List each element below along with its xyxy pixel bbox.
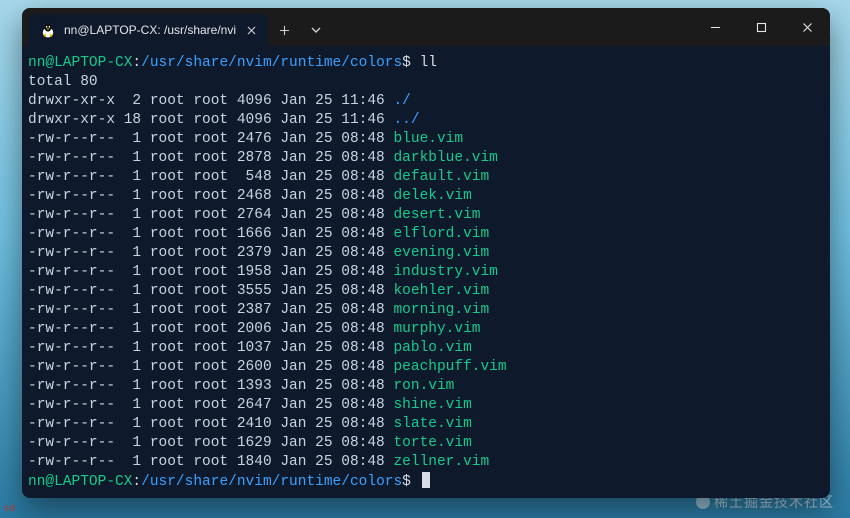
dir-name: ../: [393, 112, 419, 128]
file-name: slate.vim: [393, 416, 471, 432]
file-name: elflord.vim: [393, 226, 489, 242]
listing-row: -rw-r--r-- 1 root root 2878 Jan 25 08:48…: [28, 149, 824, 168]
maximize-button[interactable]: [738, 8, 784, 46]
listing-row: drwxr-xr-x 2 root root 4096 Jan 25 11:46…: [28, 92, 824, 111]
listing-row: -rw-r--r-- 1 root root 1666 Jan 25 08:48…: [28, 225, 824, 244]
titlebar: nn@LAPTOP-CX: /usr/share/nvi: [22, 8, 830, 46]
file-name: darkblue.vim: [393, 150, 497, 166]
file-name: murphy.vim: [393, 321, 480, 337]
cursor: [422, 472, 430, 488]
file-name: zellner.vim: [393, 454, 489, 470]
file-name: default.vim: [393, 169, 489, 185]
titlebar-spacer: [332, 8, 692, 46]
listing-meta: -rw-r--r-- 1 root root 3555 Jan 25 08:48: [28, 283, 393, 299]
listing-row: drwxr-xr-x 18 root root 4096 Jan 25 11:4…: [28, 111, 824, 130]
prompt-symbol: $: [402, 55, 419, 71]
file-name: pablo.vim: [393, 340, 471, 356]
listing-meta: -rw-r--r-- 1 root root 1840 Jan 25 08:48: [28, 454, 393, 470]
total-line: total 80: [28, 73, 824, 92]
minimize-button[interactable]: [692, 8, 738, 46]
desktop-tag: sd: [4, 503, 16, 514]
tab-close-icon[interactable]: [244, 23, 258, 37]
prompt-user: nn@LAPTOP-CX: [28, 474, 132, 490]
listing-row: -rw-r--r-- 1 root root 2647 Jan 25 08:48…: [28, 396, 824, 415]
listing-meta: -rw-r--r-- 1 root root 2468 Jan 25 08:48: [28, 188, 393, 204]
prompt-user: nn@LAPTOP-CX: [28, 55, 132, 71]
listing-row: -rw-r--r-- 1 root root 2379 Jan 25 08:48…: [28, 244, 824, 263]
file-name: industry.vim: [393, 264, 497, 280]
prompt-path: /usr/share/nvim/runtime/colors: [141, 55, 402, 71]
file-name: torte.vim: [393, 435, 471, 451]
listing-meta: -rw-r--r-- 1 root root 2410 Jan 25 08:48: [28, 416, 393, 432]
listing-row: -rw-r--r-- 1 root root 1958 Jan 25 08:48…: [28, 263, 824, 282]
listing-row: -rw-r--r-- 1 root root 1037 Jan 25 08:48…: [28, 339, 824, 358]
listing-meta: -rw-r--r-- 1 root root 1037 Jan 25 08:48: [28, 340, 393, 356]
listing-meta: -rw-r--r-- 1 root root 2878 Jan 25 08:48: [28, 150, 393, 166]
tux-icon: [40, 22, 56, 38]
tab-active[interactable]: nn@LAPTOP-CX: /usr/share/nvi: [28, 14, 268, 46]
prompt-symbol: $: [402, 474, 419, 490]
typed-command: ll: [420, 55, 437, 71]
file-name: peachpuff.vim: [393, 359, 506, 375]
tab-title: nn@LAPTOP-CX: /usr/share/nvi: [64, 23, 236, 37]
terminal-window: nn@LAPTOP-CX: /usr/share/nvi nn@LAPTOP-C…: [22, 8, 830, 498]
listing-meta: drwxr-xr-x 18 root root 4096 Jan 25 11:4…: [28, 112, 393, 128]
dir-name: ./: [393, 93, 410, 109]
listing-row: -rw-r--r-- 1 root root 3555 Jan 25 08:48…: [28, 282, 824, 301]
listing-meta: -rw-r--r-- 1 root root 1666 Jan 25 08:48: [28, 226, 393, 242]
listing-meta: -rw-r--r-- 1 root root 1629 Jan 25 08:48: [28, 435, 393, 451]
listing-row: -rw-r--r-- 1 root root 2764 Jan 25 08:48…: [28, 206, 824, 225]
listing-row: -rw-r--r-- 1 root root 2600 Jan 25 08:48…: [28, 358, 824, 377]
close-button[interactable]: [784, 8, 830, 46]
listing-row: -rw-r--r-- 1 root root 1629 Jan 25 08:48…: [28, 434, 824, 453]
listing-meta: -rw-r--r-- 1 root root 2600 Jan 25 08:48: [28, 359, 393, 375]
listing-row: -rw-r--r-- 1 root root 1840 Jan 25 08:48…: [28, 453, 824, 472]
listing-row: -rw-r--r-- 1 root root 2468 Jan 25 08:48…: [28, 187, 824, 206]
listing-row: -rw-r--r-- 1 root root 548 Jan 25 08:48 …: [28, 168, 824, 187]
prompt-line: nn@LAPTOP-CX:/usr/share/nvim/runtime/col…: [28, 472, 824, 492]
listing-row: -rw-r--r-- 1 root root 2410 Jan 25 08:48…: [28, 415, 824, 434]
new-tab-button[interactable]: [268, 14, 300, 46]
file-name: ron.vim: [393, 378, 454, 394]
listing-meta: -rw-r--r-- 1 root root 2476 Jan 25 08:48: [28, 131, 393, 147]
file-name: blue.vim: [393, 131, 463, 147]
listing-meta: -rw-r--r-- 1 root root 1958 Jan 25 08:48: [28, 264, 393, 280]
prompt-line: nn@LAPTOP-CX:/usr/share/nvim/runtime/col…: [28, 54, 824, 73]
listing-row: -rw-r--r-- 1 root root 2006 Jan 25 08:48…: [28, 320, 824, 339]
listing-row: -rw-r--r-- 1 root root 2476 Jan 25 08:48…: [28, 130, 824, 149]
listing-meta: -rw-r--r-- 1 root root 2387 Jan 25 08:48: [28, 302, 393, 318]
listing-meta: drwxr-xr-x 2 root root 4096 Jan 25 11:46: [28, 93, 393, 109]
terminal-output[interactable]: nn@LAPTOP-CX:/usr/share/nvim/runtime/col…: [22, 46, 830, 498]
listing-meta: -rw-r--r-- 1 root root 2006 Jan 25 08:48: [28, 321, 393, 337]
file-name: morning.vim: [393, 302, 489, 318]
file-name: desert.vim: [393, 207, 480, 223]
file-name: delek.vim: [393, 188, 471, 204]
listing-meta: -rw-r--r-- 1 root root 548 Jan 25 08:48: [28, 169, 393, 185]
listing-row: -rw-r--r-- 1 root root 1393 Jan 25 08:48…: [28, 377, 824, 396]
listing-meta: -rw-r--r-- 1 root root 2379 Jan 25 08:48: [28, 245, 393, 261]
listing-row: -rw-r--r-- 1 root root 2387 Jan 25 08:48…: [28, 301, 824, 320]
listing-meta: -rw-r--r-- 1 root root 2647 Jan 25 08:48: [28, 397, 393, 413]
file-name: koehler.vim: [393, 283, 489, 299]
prompt-path: /usr/share/nvim/runtime/colors: [141, 474, 402, 490]
listing-meta: -rw-r--r-- 1 root root 2764 Jan 25 08:48: [28, 207, 393, 223]
listing-meta: -rw-r--r-- 1 root root 1393 Jan 25 08:48: [28, 378, 393, 394]
tab-dropdown-button[interactable]: [300, 14, 332, 46]
file-name: evening.vim: [393, 245, 489, 261]
file-name: shine.vim: [393, 397, 471, 413]
